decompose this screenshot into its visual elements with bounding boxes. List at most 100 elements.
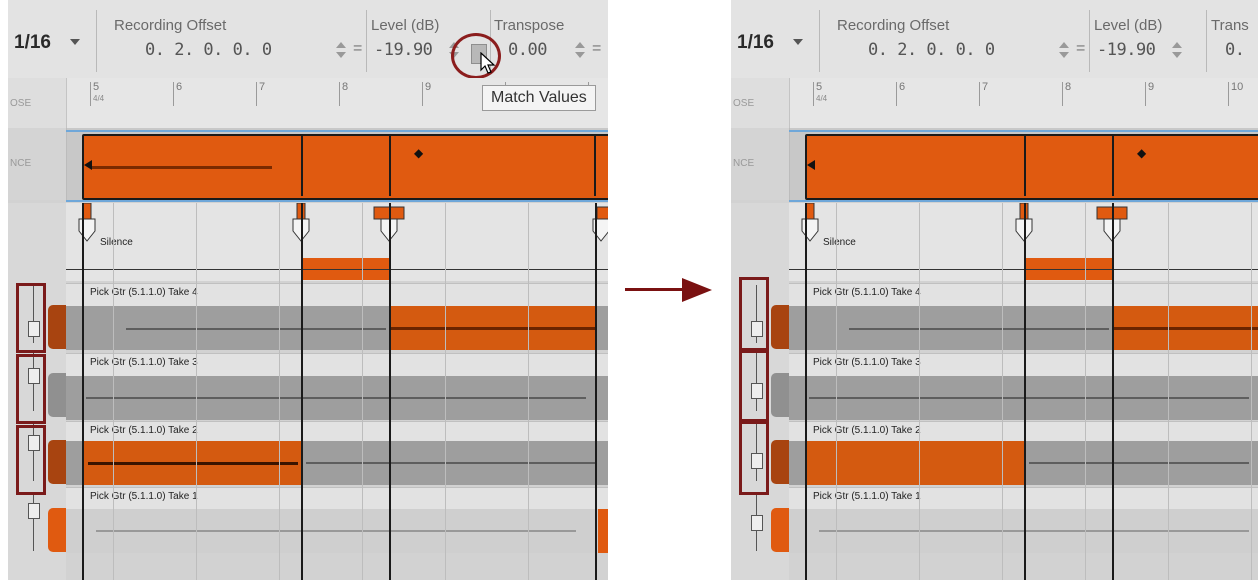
highlight-box: [739, 277, 769, 353]
comp-split: [389, 134, 391, 196]
take-waveform: [126, 328, 386, 330]
equals-icon[interactable]: =: [353, 40, 362, 58]
recording-offset-label: Recording Offset: [837, 17, 950, 34]
grid-line: [113, 203, 114, 580]
match-values-tooltip: Match Values: [482, 85, 596, 111]
snap-value[interactable]: 1/16: [737, 32, 774, 54]
grid-line: [528, 203, 529, 580]
bar-number: 5: [93, 81, 100, 93]
transpose-value[interactable]: 0.00: [508, 40, 547, 60]
comp-side-label: NCE: [733, 158, 755, 169]
bar-number: 6: [176, 81, 183, 93]
bar-number: 5: [816, 81, 823, 93]
fader-icon[interactable]: [751, 515, 763, 531]
ruler-side-label: OSE: [733, 98, 755, 109]
lane-tab[interactable]: [771, 440, 789, 484]
comp-waveform: [92, 166, 272, 169]
comp-marker-icon[interactable]: [76, 203, 98, 247]
highlight-box: [739, 419, 769, 495]
spinner-icon[interactable]: [336, 40, 346, 62]
take-waveform: [86, 397, 586, 399]
take-title: Pick Gtr (5.1.1.0) Take 1: [90, 491, 198, 502]
divider: [1089, 10, 1090, 72]
highlight-box: [16, 425, 46, 495]
take-waveform: [1112, 327, 1258, 330]
lane-tab[interactable]: [48, 440, 66, 484]
bar-tick: [896, 82, 897, 106]
take-waveform: [389, 327, 595, 330]
bar-tick: [979, 82, 980, 106]
selected-segment[interactable]: [598, 509, 608, 553]
grid-line: [362, 203, 363, 580]
recording-offset-value[interactable]: 0. 2. 0. 0. 0: [145, 40, 272, 60]
lane-tab[interactable]: [771, 305, 789, 349]
chevron-down-icon[interactable]: [793, 39, 803, 45]
bar-tick: [339, 82, 340, 106]
screenshot-after: 1/16 Recording Offset 0. 2. 0. 0. 0 = Le…: [731, 0, 1258, 580]
bar-tick: [422, 82, 423, 106]
highlight-box: [739, 348, 769, 424]
highlight-box: [16, 354, 46, 424]
snap-value[interactable]: 1/16: [14, 32, 51, 54]
comp-split: [1024, 134, 1026, 196]
equals-icon[interactable]: =: [592, 40, 601, 58]
take-title: Pick Gtr (5.1.1.0) Take 3: [90, 357, 198, 368]
bar-number: 7: [982, 81, 989, 93]
spinner-icon[interactable]: [575, 40, 585, 62]
comp-split-line: [595, 203, 597, 580]
grid-line: [196, 203, 197, 580]
chevron-down-icon[interactable]: [70, 39, 80, 45]
take-waveform: [849, 328, 1109, 330]
bar-number: 10: [1231, 81, 1244, 93]
comp-track: NCE ◆: [731, 128, 1258, 200]
bar-number: 8: [342, 81, 349, 93]
ruler[interactable]: OSE 5 4/4 6 7 8 9 Match Values: [8, 78, 608, 129]
comp-marker-icon[interactable]: [590, 203, 608, 247]
lane-tab[interactable]: [48, 508, 66, 552]
grid-line: [279, 203, 280, 580]
toolbar: 1/16 Recording Offset 0. 2. 0. 0. 0 = Le…: [731, 0, 1258, 79]
ruler[interactable]: OSE 5 4/4 6 7 8 9 10: [731, 78, 1258, 129]
level-value[interactable]: -19.90: [374, 40, 433, 60]
take-lanes: Silence Pick Gtr (5.1.1.0) Take 4 Pick G…: [789, 203, 1258, 580]
clip-handle-icon[interactable]: ◆: [1137, 146, 1146, 160]
clip-start-icon[interactable]: [84, 160, 92, 170]
toolbar: 1/16 Recording Offset 0. 2. 0. 0. 0 = Le…: [8, 0, 608, 79]
selected-segment[interactable]: [806, 441, 1024, 485]
fader-icon[interactable]: [28, 503, 40, 519]
screenshot-before: 1/16 Recording Offset 0. 2. 0. 0. 0 = Le…: [8, 0, 608, 580]
bar-tick: [256, 82, 257, 106]
comp-split-line: [1024, 203, 1026, 580]
transpose-value[interactable]: 0.: [1225, 40, 1245, 60]
clip-handle-icon[interactable]: ◆: [414, 146, 423, 160]
grid-line: [1251, 203, 1252, 580]
equals-icon[interactable]: =: [1076, 40, 1085, 58]
ruler-header: OSE: [731, 78, 790, 128]
level-value[interactable]: -19.90: [1097, 40, 1156, 60]
bar-number: 7: [259, 81, 266, 93]
fader-track: [33, 493, 34, 551]
comp-clip[interactable]: [805, 134, 1258, 200]
take-title: Pick Gtr (5.1.1.0) Take 3: [813, 357, 921, 368]
ruler-header: OSE: [8, 78, 67, 128]
take-waveform: [1029, 462, 1249, 464]
bar-tick: [173, 82, 174, 106]
bar-number: 6: [899, 81, 906, 93]
bar-tick: [90, 82, 91, 106]
lane-tab[interactable]: [771, 508, 789, 552]
silence-label: Silence: [100, 237, 133, 248]
comp-marker-icon[interactable]: [799, 203, 821, 247]
recording-offset-value[interactable]: 0. 2. 0. 0. 0: [868, 40, 995, 60]
clip-start-icon[interactable]: [807, 160, 815, 170]
spinner-icon[interactable]: [1059, 40, 1069, 62]
lane-controls-column: [8, 203, 67, 580]
ruler-side-label: OSE: [10, 98, 32, 109]
lane-tab[interactable]: [771, 373, 789, 417]
divider: [789, 130, 1258, 132]
divider: [66, 130, 608, 132]
lane-tab[interactable]: [48, 373, 66, 417]
spinner-icon[interactable]: [1172, 40, 1182, 62]
transpose-label: Trans: [1211, 17, 1249, 34]
time-signature: 4/4: [816, 94, 828, 103]
lane-tab[interactable]: [48, 305, 66, 349]
